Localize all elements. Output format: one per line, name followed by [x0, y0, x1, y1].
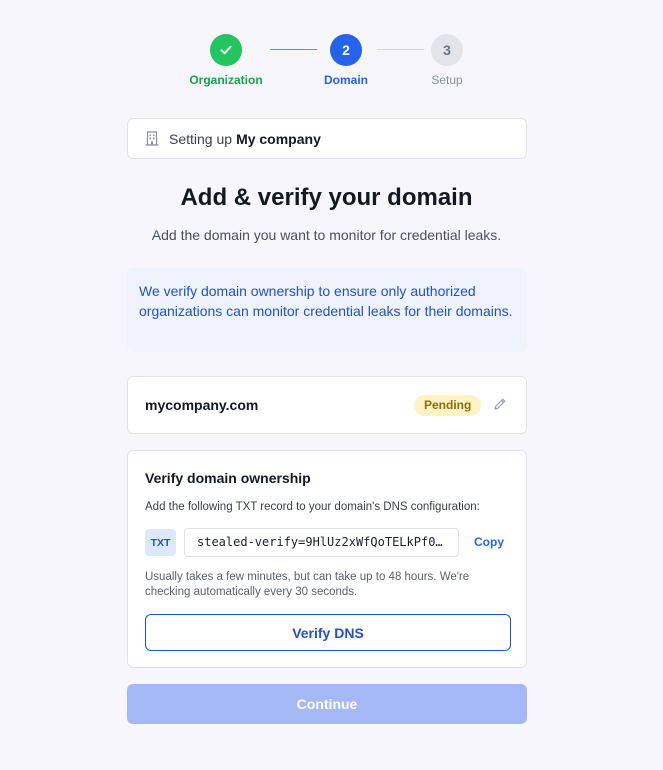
page-subtitle: Add the domain you want to monitor for c… — [151, 227, 502, 243]
step-domain: 2 Domain — [301, 34, 391, 87]
copy-button[interactable]: Copy — [474, 535, 504, 549]
building-icon — [145, 131, 159, 146]
continue-button[interactable]: Continue — [127, 684, 527, 724]
step-number: 3 — [431, 34, 463, 66]
info-callout: We verify domain ownership to ensure onl… — [127, 268, 527, 352]
step-setup: 3 Setup — [402, 34, 492, 87]
verify-dns-button[interactable]: Verify DNS — [145, 614, 511, 651]
organization-banner: Setting up My company — [127, 118, 527, 159]
org-company-name: My company — [236, 130, 321, 147]
step-label: Organization — [189, 73, 263, 87]
edit-pencil-icon[interactable] — [492, 396, 508, 412]
verify-ownership-card: Verify domain ownership Add the followin… — [127, 450, 527, 668]
txt-record-value[interactable]: stealed-verify=9HlUz2xWfQoTELkPf0… — [184, 528, 459, 557]
status-badge: Pending — [414, 395, 482, 416]
step-organization: Organization — [181, 34, 271, 87]
stepper: Organization 2 Domain 3 Setup — [0, 34, 663, 94]
verification-note: Usually takes a few minutes, but can tak… — [145, 571, 470, 598]
record-type-badge: TXT — [145, 529, 176, 556]
verify-description: Add the following TXT record to your dom… — [145, 501, 480, 513]
domain-name: mycompany.com — [145, 397, 259, 413]
page-title: Add & verify your domain — [180, 184, 473, 211]
domain-card: mycompany.com Pending — [127, 376, 527, 434]
step-number: 2 — [330, 34, 362, 66]
step-label: Setup — [431, 73, 463, 87]
org-prefix: Setting up — [169, 130, 233, 147]
step-label: Domain — [323, 73, 368, 87]
verify-title: Verify domain ownership — [145, 470, 311, 486]
step-complete-check-icon — [210, 34, 242, 66]
